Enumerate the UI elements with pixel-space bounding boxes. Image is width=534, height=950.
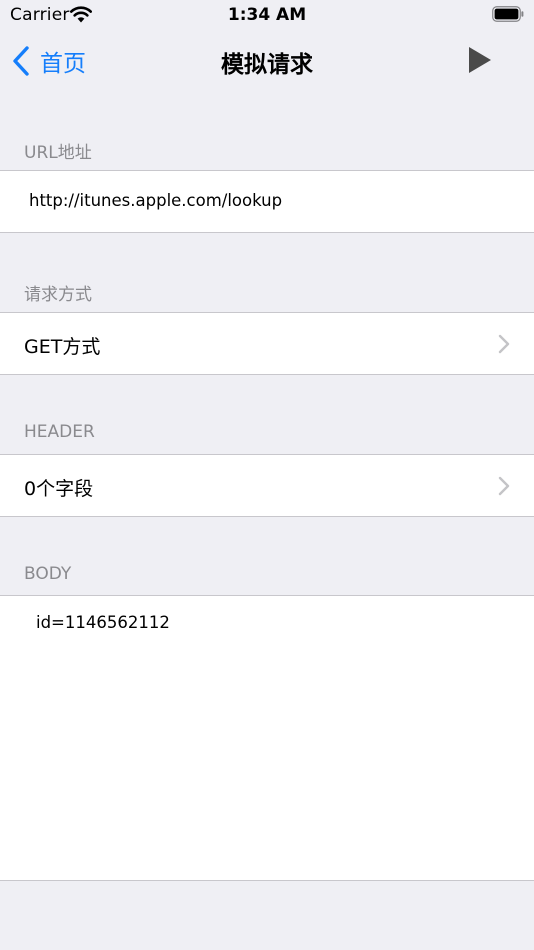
- chevron-right-icon: [498, 476, 510, 496]
- request-method-value: GET方式: [24, 336, 101, 358]
- body-value: id=1146562112: [36, 613, 170, 632]
- section-header-body: BODY: [24, 564, 72, 584]
- request-method-cell[interactable]: GET方式: [0, 312, 534, 375]
- chevron-right-icon: [498, 334, 510, 354]
- status-bar: Carrier 1:34 AM: [0, 0, 534, 30]
- battery-full-icon: [492, 6, 524, 22]
- section-header-header: HEADER: [24, 422, 95, 442]
- header-fields-cell[interactable]: 0个字段: [0, 454, 534, 517]
- clock-time: 1:34 AM: [227, 5, 307, 25]
- play-icon[interactable]: [468, 46, 492, 74]
- header-fields-value: 0个字段: [24, 478, 94, 500]
- body-text-area[interactable]: id=1146562112: [0, 595, 534, 881]
- page-title: 模拟请求: [221, 52, 313, 78]
- url-field[interactable]: http://itunes.apple.com/lookup: [0, 170, 534, 233]
- section-header-method: 请求方式: [24, 285, 92, 305]
- section-header-url: URL地址: [24, 143, 92, 163]
- navigation-bar: 首页 模拟请求: [0, 30, 534, 90]
- url-value: http://itunes.apple.com/lookup: [29, 191, 283, 210]
- simulate-request-screen: Carrier 1:34 AM 首页 模拟请求 URL地址 http://itu…: [0, 0, 534, 950]
